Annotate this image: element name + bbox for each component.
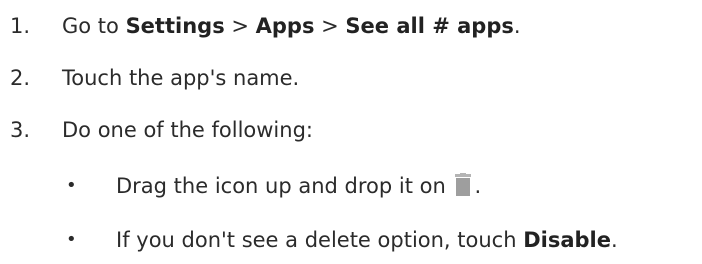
bullet-text: Drag the icon up and drop it on .: [116, 168, 481, 208]
bullet-symbol: •: [66, 229, 77, 250]
instructions-document: 1. Go to Settings > Apps > See all # app…: [0, 0, 702, 264]
settings-label: Settings: [125, 14, 225, 38]
step-text: Touch the app's name.: [62, 66, 300, 90]
step-number: 3.: [10, 118, 31, 142]
apps-label: Apps: [255, 14, 315, 38]
bullet-symbol: •: [66, 175, 77, 196]
step-number: 1.: [10, 14, 31, 38]
step-number: 2.: [10, 66, 31, 90]
step-text: Go to Settings > Apps > See all # apps.: [62, 14, 521, 38]
disable-label: Disable: [523, 228, 611, 252]
step-text: Do one of the following:: [62, 118, 313, 142]
see-all-apps-label: See all # apps: [345, 14, 514, 38]
bullet-text: If you don't see a delete option, touch …: [116, 228, 618, 252]
trash-icon: [454, 172, 472, 208]
